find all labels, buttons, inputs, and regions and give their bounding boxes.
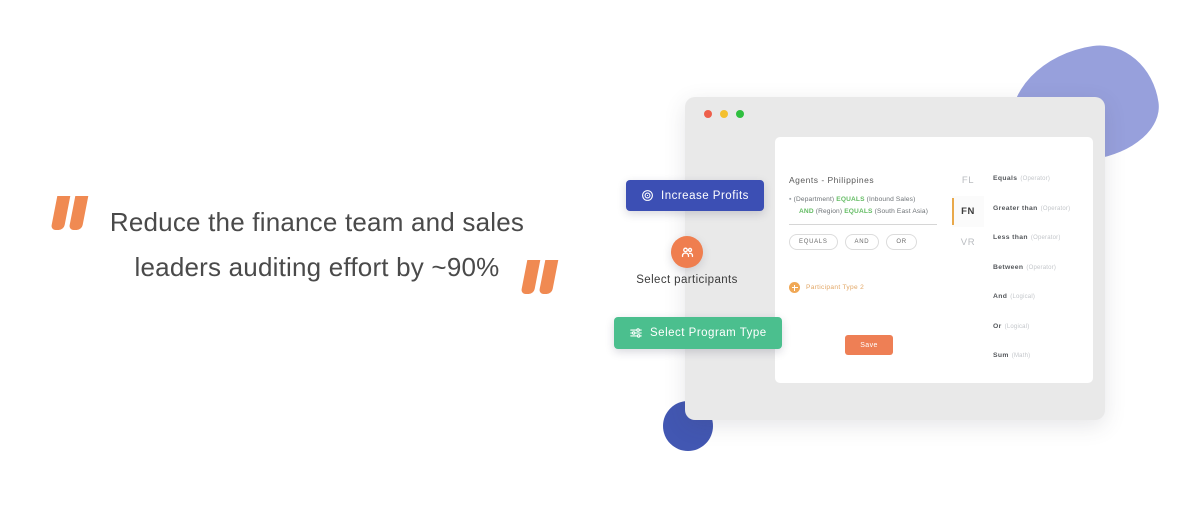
rule-divider [789,224,937,225]
operator-kind: (Operator) [1040,205,1071,212]
quote-close-icon [520,260,559,294]
operator-name: Sum [993,352,1009,359]
operator-name: And [993,293,1008,300]
chip-and[interactable]: AND [844,234,880,250]
rule-keyword: AND [799,207,814,215]
operator-name: Or [993,322,1002,330]
operator-kind: (Logical) [1010,294,1036,300]
quote-text: Reduce the finance team and sales leader… [109,207,525,282]
window-maximize-dot[interactable] [736,110,744,118]
operator-item-less-than[interactable]: Less than (Operator) [993,226,1091,244]
operator-kind: (Operator) [1020,176,1051,182]
rule-row[interactable]: ▪ (Department) EQUALS (Inbound Sales) [789,194,949,206]
quote-open-icon [50,196,89,230]
operator-name: Equals [993,175,1018,182]
participant-type-row[interactable]: Participant Type 2 [789,282,864,293]
operator-item-equals[interactable]: Equals (Operator) [993,167,1091,185]
operator-kind: (Math) [1011,353,1031,359]
operator-name: Less than [993,234,1028,241]
select-program-type-label: Select Program Type [650,327,767,339]
rail-item-vr[interactable]: VR [952,227,984,258]
operator-kind: (Logical) [1004,323,1030,330]
rule-term: (Region) [815,207,843,215]
operator-kind: (Operator) [1030,235,1061,241]
chip-equals[interactable]: EQUALS [789,234,838,250]
operator-item-greater-than[interactable]: Greater than (Operator) [993,197,1091,215]
operator-item-or[interactable]: Or (Logical) [993,315,1091,333]
operator-item-between[interactable]: Between (Operator) [993,256,1091,274]
rule-term: (Inbound Sales) [866,196,916,203]
rule-row[interactable]: AND (Region) EQUALS (South East Asia) [789,206,949,218]
select-participants-control[interactable]: Select participants [636,236,738,286]
increase-profits-button[interactable]: Increase Profits [626,180,764,211]
rail-item-fn[interactable]: FN [952,196,984,227]
rule-group-title: Agents - Philippines [789,175,875,185]
operator-name: Between [993,263,1024,271]
operator-list: Equals (Operator) Greater than (Operator) … [993,167,1091,374]
target-icon [641,189,654,202]
rail-item-fl[interactable]: FL [952,165,984,196]
rule-bullet-icon: ▪ [789,196,792,203]
plus-circle-icon[interactable] [789,282,800,293]
increase-profits-label: Increase Profits [661,189,749,202]
save-button[interactable]: Save [845,335,893,355]
slide-canvas: Reduce the finance team and sales leader… [0,0,1200,506]
operator-name: Greater than [993,204,1038,212]
browser-window-mockup: Agents - Philippines ▪ (Department) EQUAL… [685,97,1105,420]
window-minimize-dot[interactable] [720,110,728,118]
rule-keyword: EQUALS [836,196,865,203]
sliders-icon [629,326,643,340]
participant-type-label: Participant Type 2 [806,284,865,291]
rule-keyword: EQUALS [844,207,873,215]
people-group-icon [671,236,703,268]
rule-term: (South East Asia) [874,207,929,215]
operator-item-and[interactable]: And (Logical) [993,285,1091,303]
select-program-type-button[interactable]: Select Program Type [614,317,782,349]
select-participants-label: Select participants [636,274,738,286]
rule-builder-panel: Agents - Philippines ▪ (Department) EQUAL… [789,175,949,250]
operator-item-sum[interactable]: Sum (Math) [993,344,1091,362]
rule-builder-card: Agents - Philippines ▪ (Department) EQUAL… [775,137,1093,383]
section-rail: FL FN VR [952,165,984,258]
operator-chip-group: EQUALS AND OR [789,234,949,250]
window-close-dot[interactable] [704,110,712,118]
operator-kind: (Operator) [1026,264,1057,271]
quote-block: Reduce the finance team and sales leader… [24,186,584,326]
chip-or[interactable]: OR [886,234,917,250]
rule-term: (Department) [793,196,835,203]
window-traffic-lights [704,110,744,118]
